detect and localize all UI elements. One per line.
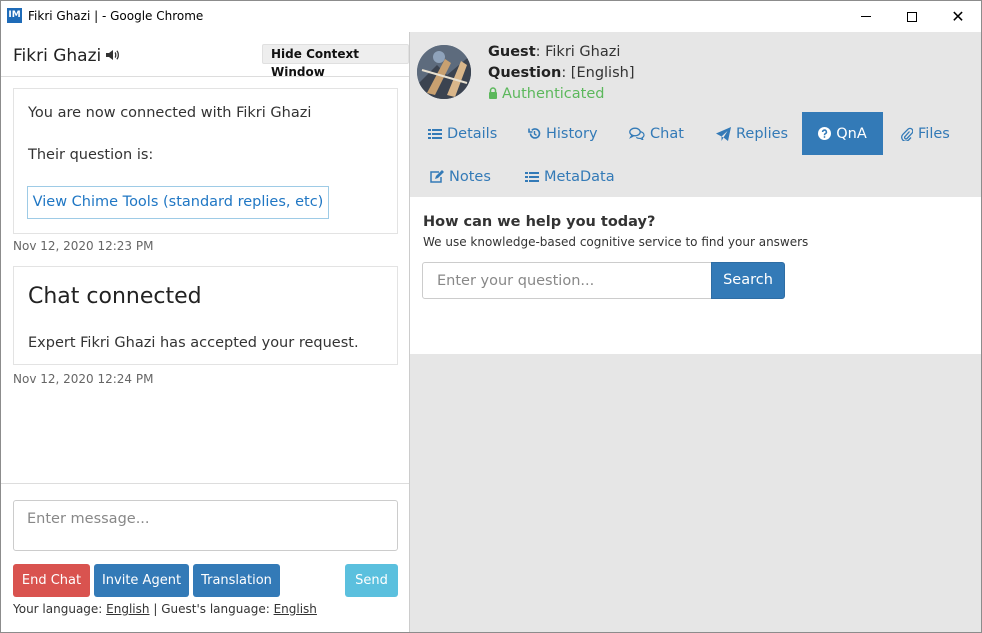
invite-agent-button[interactable]: Invite Agent <box>94 564 189 597</box>
message-card: You are now connected with Fikri Ghazi T… <box>13 88 398 234</box>
question-circle-icon <box>818 127 832 140</box>
send-button[interactable]: Send <box>345 564 398 597</box>
lock-icon <box>489 87 497 99</box>
list-icon <box>428 128 442 139</box>
tab-label: Chat <box>650 125 684 142</box>
question-label: Question <box>488 65 562 81</box>
close-icon: ✕ <box>951 6 965 26</box>
history-icon <box>528 128 541 139</box>
message-text: Expert Fikri Ghazi has accepted your req… <box>28 335 359 351</box>
paperclip-icon <box>901 127 913 141</box>
guest-language-label: Guest's language: <box>161 602 270 616</box>
chat-title: Fikri Ghazi <box>13 46 102 66</box>
title-bar: IM Fikri Ghazi | - Google Chrome ✕ <box>1 1 981 32</box>
context-panel: Guest: Fikri Ghazi Question: [English] A… <box>410 32 981 632</box>
tab-replies[interactable]: Replies <box>716 112 788 155</box>
message-timestamp: Nov 12, 2020 12:23 PM <box>13 239 154 253</box>
your-language-label: Your language: <box>13 602 103 616</box>
language-separator: | <box>153 602 158 616</box>
list-icon <box>525 171 539 182</box>
tab-label: QnA <box>836 125 867 142</box>
app-icon: IM <box>7 8 22 23</box>
tab-history[interactable]: History <box>528 112 598 155</box>
guest-name: : Fikri Ghazi <box>535 44 621 60</box>
chat-header: Fikri Ghazi Hide Context Window <box>1 32 409 79</box>
guest-name-line: Guest: Fikri Ghazi <box>488 44 620 60</box>
message-composer: End Chat Invite Agent Translation Send Y… <box>1 483 409 632</box>
end-chat-button[interactable]: End Chat <box>13 564 90 597</box>
tab-label: Replies <box>736 125 789 142</box>
message-input[interactable] <box>13 500 398 551</box>
tab-details[interactable]: Details <box>428 112 497 155</box>
chat-panel: Fikri Ghazi Hide Context Window You are … <box>1 32 410 632</box>
maximize-icon <box>907 11 917 22</box>
message-heading: Chat connected <box>28 284 202 309</box>
guest-question-line: Question: [English] <box>488 65 634 81</box>
tab-label: Files <box>918 125 950 142</box>
edit-icon <box>430 169 444 183</box>
tab-notes[interactable]: Notes <box>429 155 491 198</box>
tab-metadata[interactable]: MetaData <box>525 155 615 198</box>
search-button[interactable]: Search <box>711 262 785 299</box>
tab-chat[interactable]: Chat <box>629 112 684 155</box>
tab-label: Details <box>447 125 498 142</box>
maximize-button[interactable] <box>889 1 935 32</box>
guest-label: Guest <box>488 44 536 60</box>
language-line: Your language: English | Guest's languag… <box>13 602 317 616</box>
message-card: Chat connected Expert Fikri Ghazi has ac… <box>13 266 398 365</box>
browser-window: IM Fikri Ghazi | - Google Chrome ✕ Fikri… <box>0 0 982 633</box>
view-chime-tools-button[interactable]: View Chime Tools (standard replies, etc) <box>27 186 329 219</box>
minimize-icon <box>861 16 871 17</box>
window-title: Fikri Ghazi | - Google Chrome <box>28 9 204 23</box>
tab-label: MetaData <box>544 168 615 185</box>
hide-context-window-button[interactable]: Hide Context Window <box>262 44 409 79</box>
speaker-icon[interactable] <box>104 47 120 63</box>
translation-button[interactable]: Translation <box>193 564 280 597</box>
message-text: Their question is: <box>28 147 154 163</box>
qna-subtitle: We use knowledge-based cognitive service… <box>423 235 809 249</box>
tab-qna[interactable]: QnA <box>802 112 883 155</box>
qna-panel: How can we help you today? We use knowle… <box>410 197 981 354</box>
comments-icon <box>629 127 645 140</box>
tab-label: Notes <box>449 168 491 185</box>
auth-status-text: Authenticated <box>502 86 605 102</box>
message-text: You are now connected with Fikri Ghazi <box>28 105 312 121</box>
paper-plane-icon <box>716 126 731 141</box>
tab-files[interactable]: Files <box>901 112 950 155</box>
message-timestamp: Nov 12, 2020 12:24 PM <box>13 372 154 386</box>
guest-language-link[interactable]: English <box>274 602 317 616</box>
minimize-button[interactable] <box>843 1 889 32</box>
auth-status: Authenticated <box>488 86 604 102</box>
question-input[interactable] <box>422 262 712 299</box>
question-value: : [English] <box>561 65 635 81</box>
guest-avatar <box>417 45 471 99</box>
close-button[interactable]: ✕ <box>935 1 981 32</box>
your-language-link[interactable]: English <box>106 602 149 616</box>
qna-title: How can we help you today? <box>423 214 656 230</box>
tab-label: History <box>546 125 598 142</box>
